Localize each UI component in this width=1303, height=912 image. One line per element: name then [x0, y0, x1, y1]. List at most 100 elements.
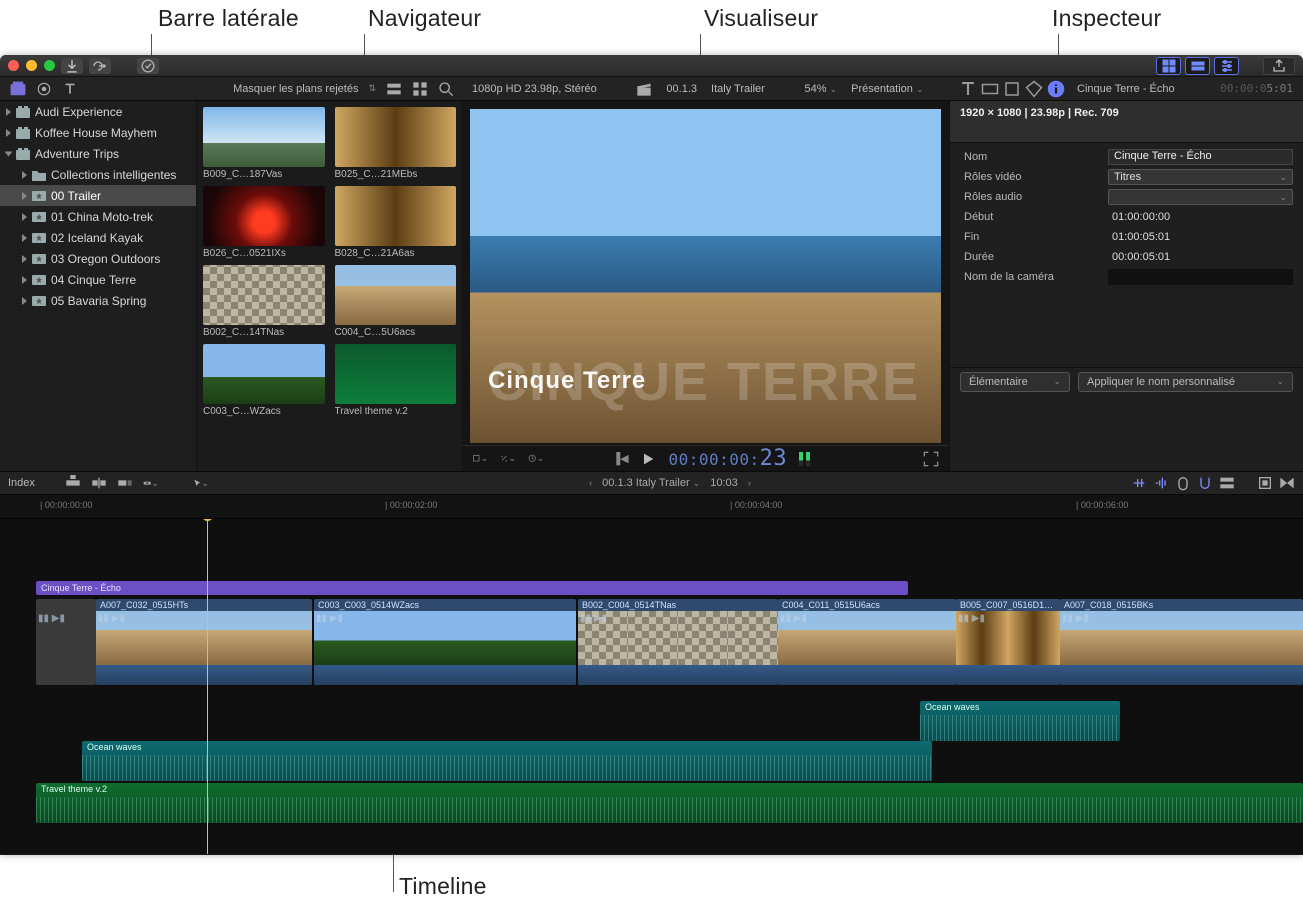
zoom-button[interactable]	[44, 60, 55, 71]
disclosure-icon[interactable]	[6, 129, 11, 137]
sidebar-item[interactable]: 04 Cinque Terre	[0, 269, 196, 290]
viewer-canvas[interactable]: CINQUE TERRE Cinque Terre	[470, 109, 941, 443]
video-clip[interactable]: B002_C004_0514TNas▮▮ ▶▮	[578, 599, 778, 685]
timeline-history-forward[interactable]: ›	[748, 478, 751, 488]
grid-list-toggle-icon[interactable]	[412, 81, 428, 97]
sidebar-item[interactable]: 03 Oregon Outdoors	[0, 248, 196, 269]
metadata-view-dropdown[interactable]: Élémentaire⌄	[960, 372, 1070, 392]
clip-thumbnail[interactable]	[335, 107, 457, 167]
clip-thumbnail[interactable]	[203, 107, 325, 167]
browser-clip[interactable]: B028_C…21A6as	[335, 186, 457, 259]
connect-clip-icon[interactable]	[65, 475, 81, 491]
gap-clip[interactable]: ▮▮ ▶▮	[36, 599, 96, 685]
clip-thumbnail[interactable]	[335, 344, 457, 404]
disclosure-icon[interactable]	[22, 192, 27, 200]
disclosure-icon[interactable]	[22, 255, 27, 263]
photos-icon[interactable]	[36, 81, 52, 97]
disclosure-icon[interactable]	[5, 151, 13, 156]
toggle-browser-button[interactable]	[1156, 57, 1181, 75]
share-button[interactable]	[1263, 57, 1295, 75]
browser-clip[interactable]: C003_C…WZacs	[203, 344, 325, 417]
browser-clip[interactable]: C004_C…5U6acs	[335, 265, 457, 338]
retime-dropdown[interactable]: ⌄	[528, 451, 544, 467]
library-icon[interactable]	[10, 81, 26, 97]
apply-custom-name-dropdown[interactable]: Appliquer le nom personnalisé⌄	[1078, 372, 1293, 392]
video-clip[interactable]: B005_C007_0516D1…▮▮ ▶▮	[956, 599, 1060, 685]
filter-inspector-tab[interactable]	[1025, 81, 1043, 97]
audio-roles-dropdown[interactable]: ⌄	[1108, 189, 1293, 205]
playhead[interactable]	[207, 519, 208, 854]
clip-thumbnail[interactable]	[203, 186, 325, 246]
timeline-ruler[interactable]: | 00:00:00:00| 00:00:02:00| 00:00:04:00|…	[0, 495, 1303, 519]
audio-skimming-icon[interactable]	[1153, 475, 1169, 491]
sidebar-item[interactable]: Adventure Trips	[0, 143, 196, 164]
video-roles-dropdown[interactable]: Titres⌄	[1108, 169, 1293, 185]
previous-edit-icon[interactable]: ▐◀	[612, 451, 628, 467]
clip-thumbnail[interactable]	[335, 186, 457, 246]
fullscreen-icon[interactable]	[923, 451, 939, 467]
video-clip[interactable]: C003_C003_0514WZacs▮▮ ▶▮	[314, 599, 576, 685]
import-button[interactable]	[61, 58, 83, 74]
audio-clip[interactable]: Ocean waves	[920, 701, 1120, 741]
text-inspector-tab[interactable]	[959, 81, 977, 97]
enhance-dropdown[interactable]: ⌄	[500, 451, 516, 467]
title-clip[interactable]: Cinque Terre - Écho	[36, 581, 908, 595]
select-tool-dropdown[interactable]: ⌄	[193, 475, 209, 491]
viewer-zoom-dropdown[interactable]: 54% ⌄	[804, 83, 837, 95]
disclosure-icon[interactable]	[22, 297, 27, 305]
disclosure-icon[interactable]	[6, 108, 11, 116]
video-inspector-tab[interactable]	[981, 81, 999, 97]
minimize-button[interactable]	[26, 60, 37, 71]
browser-clip[interactable]: B026_C…0521IXs	[203, 186, 325, 259]
sidebar-item[interactable]: Collections intelligentes	[0, 164, 196, 185]
clip-thumbnail[interactable]	[203, 344, 325, 404]
titles-icon[interactable]	[62, 81, 78, 97]
browser-clip[interactable]: B009_C…187Vas	[203, 107, 325, 180]
timeline-history-back[interactable]: ‹	[589, 478, 592, 488]
clip-thumbnail[interactable]	[203, 265, 325, 325]
transform-tool-dropdown[interactable]: ⌄	[472, 451, 488, 467]
disclosure-icon[interactable]	[22, 234, 27, 242]
audio-clip[interactable]: Ocean waves	[82, 741, 932, 781]
sidebar-item[interactable]: 05 Bavaria Spring	[0, 290, 196, 311]
timeline-project-label[interactable]: 00.1.3 Italy Trailer ⌄	[602, 477, 700, 489]
background-tasks-button[interactable]	[137, 58, 159, 74]
viewer-presentation-dropdown[interactable]: Présentation ⌄	[851, 83, 923, 95]
generator-inspector-tab[interactable]	[1003, 81, 1021, 97]
play-button[interactable]	[640, 451, 656, 467]
lane-view-icon[interactable]	[1219, 475, 1235, 491]
effects-browser-icon[interactable]	[1257, 475, 1273, 491]
append-clip-icon[interactable]	[117, 475, 133, 491]
clip-appearance-icon[interactable]	[386, 81, 402, 97]
disclosure-icon[interactable]	[22, 171, 27, 179]
keyword-button[interactable]	[89, 58, 111, 74]
insert-clip-icon[interactable]	[91, 475, 107, 491]
snapping-icon[interactable]	[1197, 475, 1213, 491]
browser-clip[interactable]: B002_C…14TNas	[203, 265, 325, 338]
timeline[interactable]: Cinque Terre - Écho ▮▮ ▶▮ A007_C032_0515…	[0, 519, 1303, 854]
sidebar-item[interactable]: Koffee House Mayhem	[0, 122, 196, 143]
clip-filter-dropdown[interactable]: Masquer les plans rejetés	[233, 83, 358, 95]
sidebar-item[interactable]: 00 Trailer	[0, 185, 196, 206]
info-inspector-tab[interactable]	[1047, 81, 1065, 97]
transitions-browser-icon[interactable]	[1279, 475, 1295, 491]
skimming-icon[interactable]	[1131, 475, 1147, 491]
browser-clip[interactable]: B025_C…21MEbs	[335, 107, 457, 180]
audio-clip[interactable]: Travel theme v.2	[36, 783, 1303, 823]
search-icon[interactable]	[438, 81, 454, 97]
sidebar-item[interactable]: 01 China Moto-trek	[0, 206, 196, 227]
disclosure-icon[interactable]	[22, 276, 27, 284]
browser-clip[interactable]: Travel theme v.2	[335, 344, 457, 417]
clip-thumbnail[interactable]	[335, 265, 457, 325]
timeline-index-button[interactable]: Index	[8, 477, 35, 489]
toggle-timeline-button[interactable]	[1185, 57, 1210, 75]
overwrite-clip-icon[interactable]: ⌄	[143, 475, 159, 491]
video-clip[interactable]: A007_C018_0515BKs▮▮ ▶▮	[1060, 599, 1303, 685]
solo-icon[interactable]	[1175, 475, 1191, 491]
toggle-inspector-button[interactable]	[1214, 57, 1239, 75]
close-button[interactable]	[8, 60, 19, 71]
clip-name-field[interactable]: Cinque Terre - Écho	[1108, 149, 1293, 165]
disclosure-icon[interactable]	[22, 213, 27, 221]
video-clip[interactable]: A007_C032_0515HTs▮▮ ▶▮	[96, 599, 312, 685]
video-clip[interactable]: C004_C011_0515U6acs▮▮ ▶▮	[778, 599, 956, 685]
